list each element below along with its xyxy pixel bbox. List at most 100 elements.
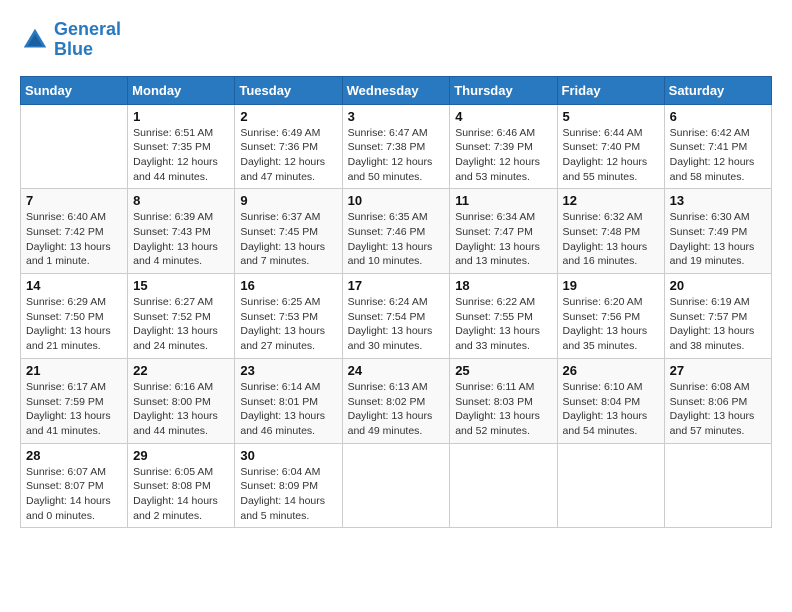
column-header-sunday: Sunday (21, 76, 128, 104)
calendar-cell (450, 443, 557, 528)
logo-text: General Blue (54, 20, 121, 60)
calendar-cell: 13 Sunrise: 6:30 AM Sunset: 7:49 PM Dayli… (664, 189, 771, 274)
day-number: 16 (240, 278, 336, 293)
day-info: Sunrise: 6:13 AM Sunset: 8:02 PM Dayligh… (348, 380, 445, 439)
column-header-friday: Friday (557, 76, 664, 104)
calendar-cell: 12 Sunrise: 6:32 AM Sunset: 7:48 PM Dayli… (557, 189, 664, 274)
calendar-cell: 14 Sunrise: 6:29 AM Sunset: 7:50 PM Dayli… (21, 274, 128, 359)
calendar-cell: 17 Sunrise: 6:24 AM Sunset: 7:54 PM Dayli… (342, 274, 450, 359)
day-info: Sunrise: 6:32 AM Sunset: 7:48 PM Dayligh… (563, 210, 659, 269)
calendar-cell: 19 Sunrise: 6:20 AM Sunset: 7:56 PM Dayli… (557, 274, 664, 359)
day-number: 26 (563, 363, 659, 378)
calendar-cell: 2Sunrise: 6:49 AM Sunset: 7:36 PM Daylig… (235, 104, 342, 189)
day-info: Sunrise: 6:47 AM Sunset: 7:38 PM Dayligh… (348, 126, 445, 185)
calendar-cell: 24 Sunrise: 6:13 AM Sunset: 8:02 PM Dayli… (342, 358, 450, 443)
day-info: Sunrise: 6:29 AM Sunset: 7:50 PM Dayligh… (26, 295, 122, 354)
day-number: 10 (348, 193, 445, 208)
day-info: Sunrise: 6:51 AM Sunset: 7:35 PM Dayligh… (133, 126, 229, 185)
day-number: 30 (240, 448, 336, 463)
calendar-cell: 20 Sunrise: 6:19 AM Sunset: 7:57 PM Dayli… (664, 274, 771, 359)
calendar-cell: 4Sunrise: 6:46 AM Sunset: 7:39 PM Daylig… (450, 104, 557, 189)
day-info: Sunrise: 6:27 AM Sunset: 7:52 PM Dayligh… (133, 295, 229, 354)
day-info: Sunrise: 6:40 AM Sunset: 7:42 PM Dayligh… (26, 210, 122, 269)
day-number: 27 (670, 363, 766, 378)
calendar-week-4: 21 Sunrise: 6:17 AM Sunset: 7:59 PM Dayli… (21, 358, 772, 443)
calendar-cell: 11 Sunrise: 6:34 AM Sunset: 7:47 PM Dayli… (450, 189, 557, 274)
day-info: Sunrise: 6:46 AM Sunset: 7:39 PM Dayligh… (455, 126, 551, 185)
day-number: 21 (26, 363, 122, 378)
logo-icon (20, 25, 50, 55)
day-number: 3 (348, 109, 445, 124)
calendar-cell: 9Sunrise: 6:37 AM Sunset: 7:45 PM Daylig… (235, 189, 342, 274)
calendar-cell (342, 443, 450, 528)
calendar-cell: 27 Sunrise: 6:08 AM Sunset: 8:06 PM Dayli… (664, 358, 771, 443)
calendar-cell: 29Sunrise: 6:05 AM Sunset: 8:08 PM Dayli… (128, 443, 235, 528)
day-info: Sunrise: 6:25 AM Sunset: 7:53 PM Dayligh… (240, 295, 336, 354)
calendar-cell: 23 Sunrise: 6:14 AM Sunset: 8:01 PM Dayli… (235, 358, 342, 443)
day-number: 20 (670, 278, 766, 293)
day-info: Sunrise: 6:08 AM Sunset: 8:06 PM Dayligh… (670, 380, 766, 439)
calendar-table: SundayMondayTuesdayWednesdayThursdayFrid… (20, 76, 772, 529)
calendar-cell (21, 104, 128, 189)
calendar-week-1: 1 Sunrise: 6:51 AM Sunset: 7:35 PM Daylig… (21, 104, 772, 189)
column-header-thursday: Thursday (450, 76, 557, 104)
day-number: 7 (26, 193, 122, 208)
calendar-cell (664, 443, 771, 528)
logo: General Blue (20, 20, 121, 60)
column-header-saturday: Saturday (664, 76, 771, 104)
day-info: Sunrise: 6:07 AM Sunset: 8:07 PM Dayligh… (26, 465, 122, 524)
day-number: 5 (563, 109, 659, 124)
day-number: 13 (670, 193, 766, 208)
page-header: General Blue (20, 20, 772, 60)
day-number: 12 (563, 193, 659, 208)
calendar-cell: 26Sunrise: 6:10 AM Sunset: 8:04 PM Dayli… (557, 358, 664, 443)
calendar-cell: 8 Sunrise: 6:39 AM Sunset: 7:43 PM Daylig… (128, 189, 235, 274)
day-info: Sunrise: 6:37 AM Sunset: 7:45 PM Dayligh… (240, 210, 336, 269)
calendar-cell: 3 Sunrise: 6:47 AM Sunset: 7:38 PM Daylig… (342, 104, 450, 189)
column-header-monday: Monday (128, 76, 235, 104)
calendar-cell (557, 443, 664, 528)
day-number: 8 (133, 193, 229, 208)
day-info: Sunrise: 6:20 AM Sunset: 7:56 PM Dayligh… (563, 295, 659, 354)
day-number: 1 (133, 109, 229, 124)
calendar-cell: 21 Sunrise: 6:17 AM Sunset: 7:59 PM Dayli… (21, 358, 128, 443)
calendar-cell: 28 Sunrise: 6:07 AM Sunset: 8:07 PM Dayli… (21, 443, 128, 528)
calendar-week-5: 28 Sunrise: 6:07 AM Sunset: 8:07 PM Dayli… (21, 443, 772, 528)
day-number: 23 (240, 363, 336, 378)
calendar-cell: 15 Sunrise: 6:27 AM Sunset: 7:52 PM Dayli… (128, 274, 235, 359)
calendar-cell: 10Sunrise: 6:35 AM Sunset: 7:46 PM Dayli… (342, 189, 450, 274)
column-header-wednesday: Wednesday (342, 76, 450, 104)
day-info: Sunrise: 6:22 AM Sunset: 7:55 PM Dayligh… (455, 295, 551, 354)
day-info: Sunrise: 6:39 AM Sunset: 7:43 PM Dayligh… (133, 210, 229, 269)
day-info: Sunrise: 6:19 AM Sunset: 7:57 PM Dayligh… (670, 295, 766, 354)
calendar-cell: 5 Sunrise: 6:44 AM Sunset: 7:40 PM Daylig… (557, 104, 664, 189)
day-info: Sunrise: 6:44 AM Sunset: 7:40 PM Dayligh… (563, 126, 659, 185)
day-info: Sunrise: 6:34 AM Sunset: 7:47 PM Dayligh… (455, 210, 551, 269)
day-info: Sunrise: 6:30 AM Sunset: 7:49 PM Dayligh… (670, 210, 766, 269)
day-number: 28 (26, 448, 122, 463)
day-info: Sunrise: 6:24 AM Sunset: 7:54 PM Dayligh… (348, 295, 445, 354)
day-number: 22 (133, 363, 229, 378)
day-info: Sunrise: 6:14 AM Sunset: 8:01 PM Dayligh… (240, 380, 336, 439)
day-number: 24 (348, 363, 445, 378)
calendar-week-3: 14 Sunrise: 6:29 AM Sunset: 7:50 PM Dayli… (21, 274, 772, 359)
day-info: Sunrise: 6:05 AM Sunset: 8:08 PM Dayligh… (133, 465, 229, 524)
day-number: 19 (563, 278, 659, 293)
calendar-cell: 1 Sunrise: 6:51 AM Sunset: 7:35 PM Daylig… (128, 104, 235, 189)
column-header-tuesday: Tuesday (235, 76, 342, 104)
calendar-week-2: 7 Sunrise: 6:40 AM Sunset: 7:42 PM Daylig… (21, 189, 772, 274)
day-number: 11 (455, 193, 551, 208)
calendar-cell: 7 Sunrise: 6:40 AM Sunset: 7:42 PM Daylig… (21, 189, 128, 274)
day-number: 18 (455, 278, 551, 293)
calendar-cell: 22Sunrise: 6:16 AM Sunset: 8:00 PM Dayli… (128, 358, 235, 443)
day-info: Sunrise: 6:17 AM Sunset: 7:59 PM Dayligh… (26, 380, 122, 439)
day-number: 17 (348, 278, 445, 293)
day-info: Sunrise: 6:49 AM Sunset: 7:36 PM Dayligh… (240, 126, 336, 185)
day-number: 14 (26, 278, 122, 293)
calendar-cell: 6Sunrise: 6:42 AM Sunset: 7:41 PM Daylig… (664, 104, 771, 189)
calendar-cell: 30Sunrise: 6:04 AM Sunset: 8:09 PM Dayli… (235, 443, 342, 528)
day-number: 15 (133, 278, 229, 293)
day-number: 25 (455, 363, 551, 378)
day-number: 6 (670, 109, 766, 124)
calendar-header-row: SundayMondayTuesdayWednesdayThursdayFrid… (21, 76, 772, 104)
